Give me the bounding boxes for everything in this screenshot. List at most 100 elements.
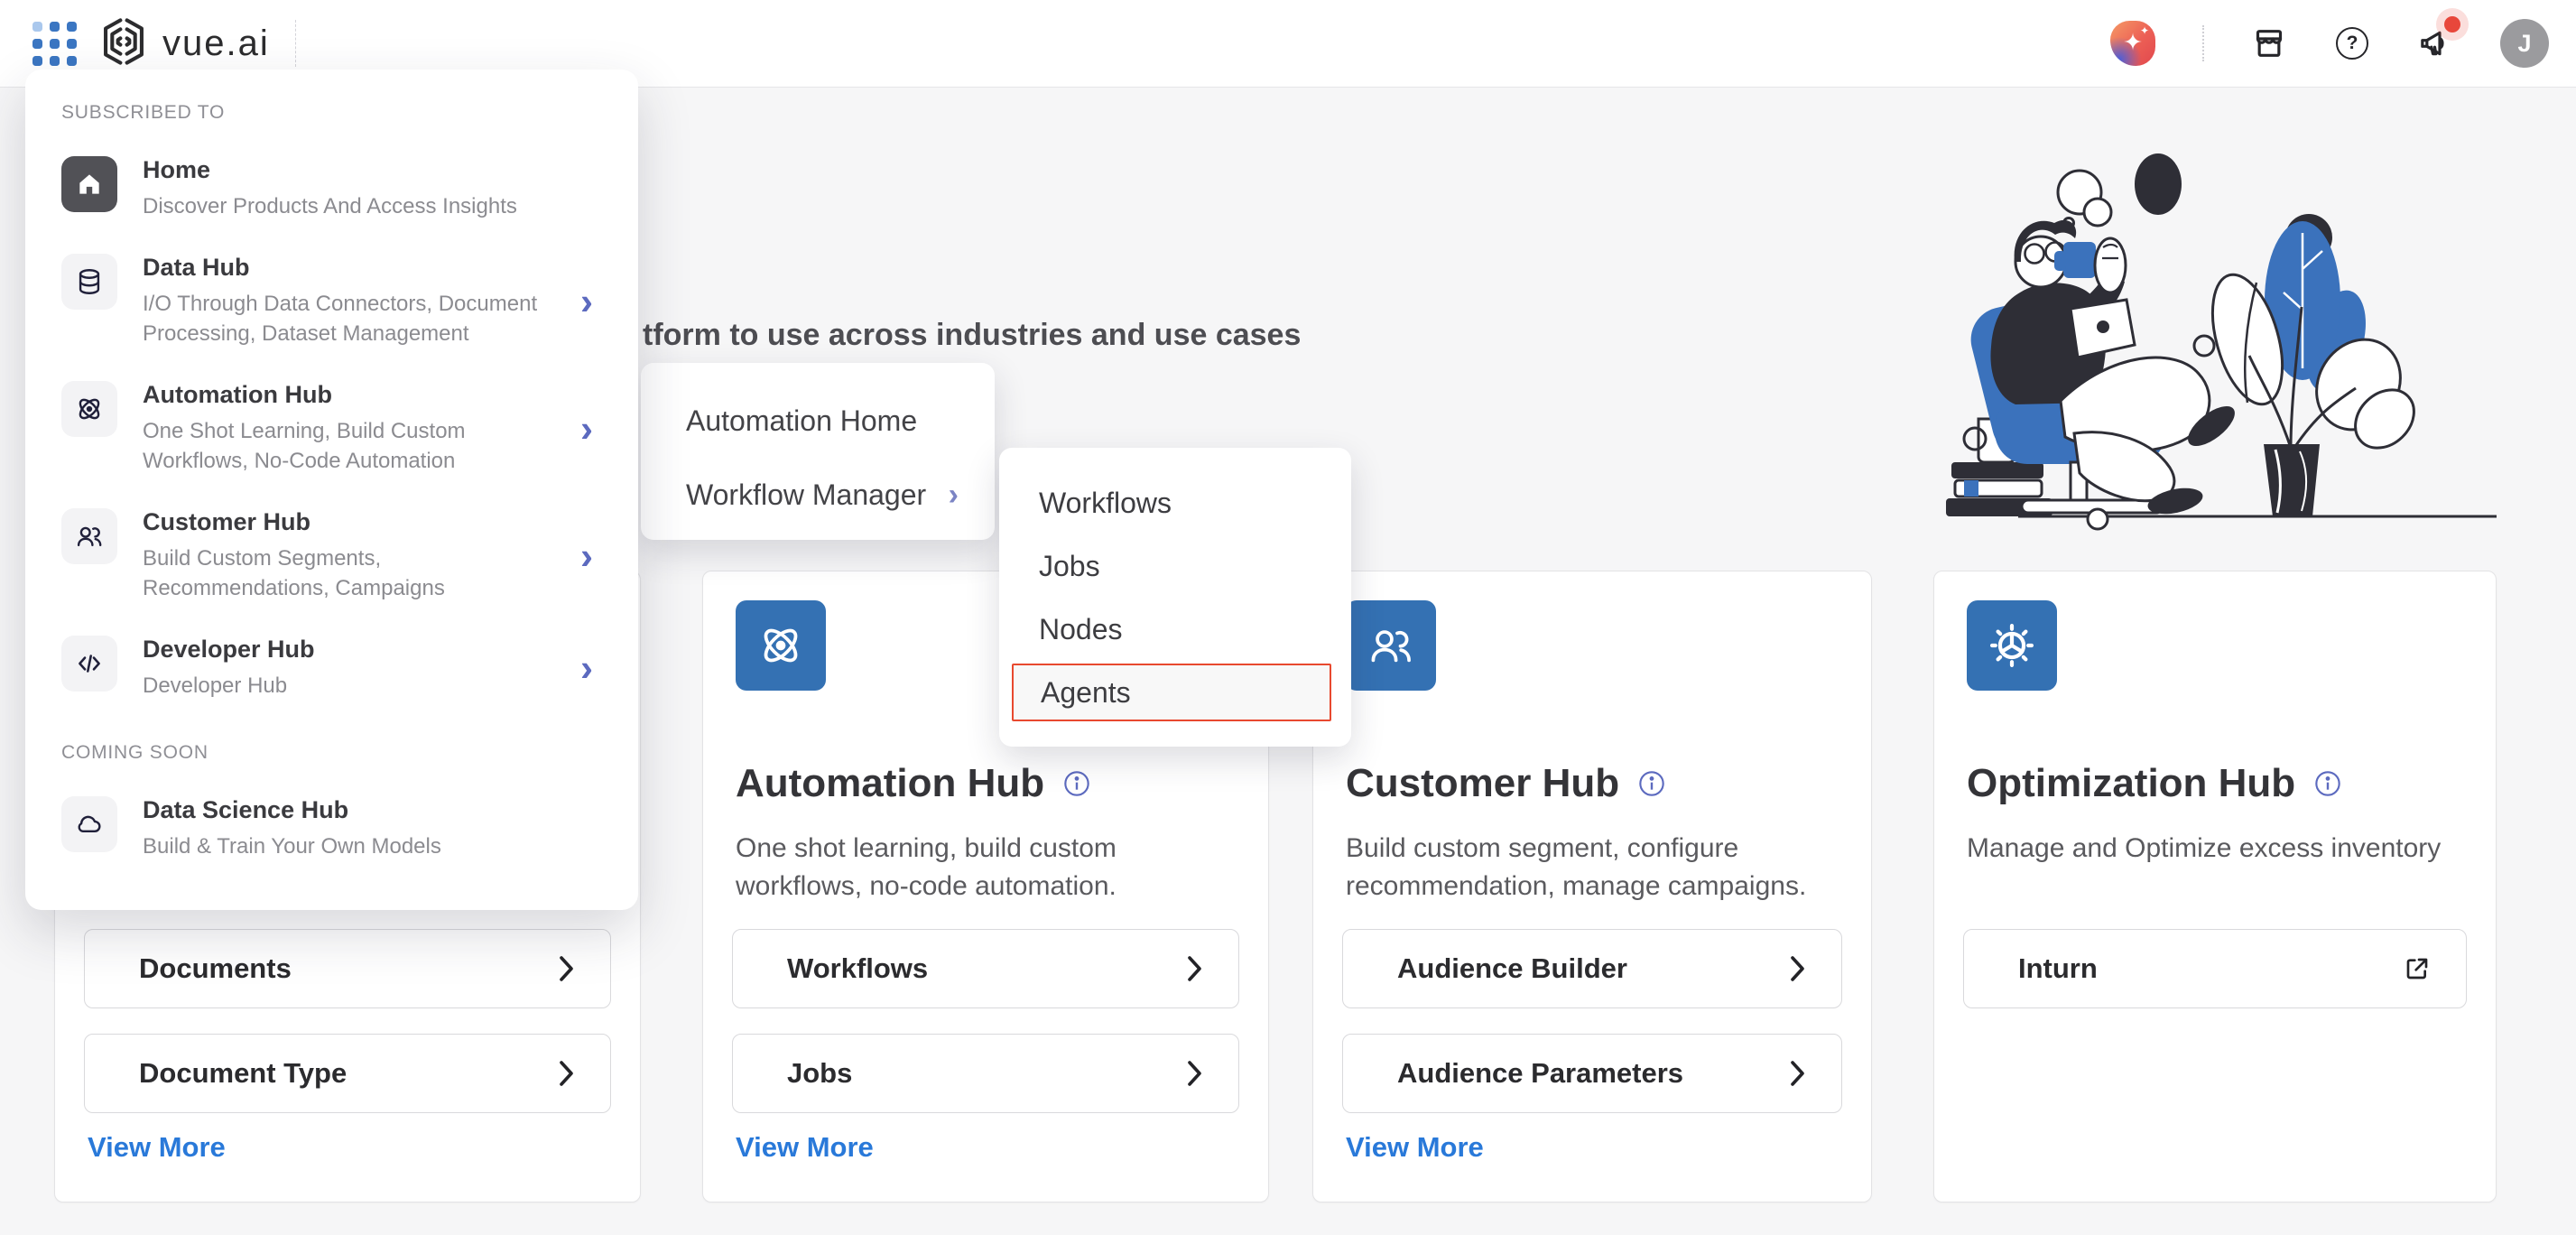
launcher-item-title: Data Science Hub xyxy=(143,796,441,824)
help-icon[interactable]: ? xyxy=(2334,25,2370,61)
app-launcher-icon[interactable] xyxy=(31,20,78,67)
launcher-item-title: Developer Hub xyxy=(143,636,315,664)
launcher-item-data-hub[interactable]: Data Hub I/O Through Data Connectors, Do… xyxy=(61,254,598,348)
launcher-item-developer-hub[interactable]: Developer Hub Developer Hub › xyxy=(61,636,598,701)
button-label: Audience Parameters xyxy=(1343,1057,1683,1090)
menu-item-label: Workflows xyxy=(1039,487,1172,520)
audience-builder-button[interactable]: Audience Builder xyxy=(1342,929,1842,1008)
database-icon xyxy=(61,254,117,310)
logo-text: vue.ai xyxy=(162,23,270,64)
info-icon[interactable] xyxy=(1637,769,1666,798)
launcher-item-data-science-hub[interactable]: Data Science Hub Build & Train Your Own … xyxy=(61,796,598,861)
menu-item-label: Automation Home xyxy=(686,404,917,438)
workflows-button[interactable]: Workflows xyxy=(732,929,1239,1008)
help-glyph: ? xyxy=(2347,32,2358,54)
button-label: Audience Builder xyxy=(1343,952,1627,985)
audience-parameters-button[interactable]: Audience Parameters xyxy=(1342,1034,1842,1113)
button-label: Documents xyxy=(85,952,292,985)
chevron-right-icon xyxy=(1789,1058,1807,1089)
chevron-right-icon: › xyxy=(580,283,593,320)
ai-assistant-icon[interactable]: ✦✦ xyxy=(2110,21,2155,66)
document-type-button[interactable]: Document Type xyxy=(84,1034,611,1113)
menu-item-workflows[interactable]: Workflows xyxy=(999,471,1351,534)
button-label: Document Type xyxy=(85,1057,347,1090)
menu-item-automation-home[interactable]: Automation Home xyxy=(641,390,995,451)
user-avatar[interactable]: J xyxy=(2500,19,2549,68)
topbar-dotted-separator xyxy=(2202,25,2204,61)
launcher-item-subtitle: I/O Through Data Connectors, Document Pr… xyxy=(143,289,567,348)
launcher-item-title: Automation Hub xyxy=(143,381,567,409)
chevron-right-icon xyxy=(1186,953,1204,984)
chevron-right-icon xyxy=(1789,953,1807,984)
menu-item-label: Workflow Manager xyxy=(686,478,926,512)
card-description: Manage and Optimize excess inventory xyxy=(1967,830,2463,868)
avatar-initial: J xyxy=(2517,30,2531,58)
workflow-manager-submenu: Workflows Jobs Nodes Agents xyxy=(999,448,1351,747)
hero-heading-fragment: tform to use across industries and use c… xyxy=(643,318,1301,353)
topbar-separator xyxy=(295,20,296,67)
vue-ai-logo-icon xyxy=(97,15,150,72)
people-icon xyxy=(1346,600,1436,691)
launcher-item-home[interactable]: Home Discover Products And Access Insigh… xyxy=(61,156,598,221)
jobs-button[interactable]: Jobs xyxy=(732,1034,1239,1113)
launcher-item-subtitle: Build & Train Your Own Models xyxy=(143,831,441,861)
menu-item-label: Nodes xyxy=(1039,613,1123,646)
launcher-item-automation-hub[interactable]: Automation Hub One Shot Learning, Build … xyxy=(61,381,598,476)
card-description: One shot learning, build custom workflow… xyxy=(736,830,1236,905)
chevron-right-icon xyxy=(1186,1058,1204,1089)
atom-icon xyxy=(736,600,826,691)
menu-item-label: Agents xyxy=(1041,676,1131,710)
documents-button[interactable]: Documents xyxy=(84,929,611,1008)
chevron-right-icon: › xyxy=(580,537,593,575)
section-label-subscribed: SUBSCRIBED TO xyxy=(61,102,598,124)
chevron-right-icon: › xyxy=(949,478,959,513)
people-icon xyxy=(61,508,117,564)
launcher-item-title: Home xyxy=(143,156,517,184)
announcements-icon[interactable] xyxy=(2417,25,2453,61)
button-label: Inturn xyxy=(1964,952,2098,985)
chevron-right-icon xyxy=(558,953,576,984)
section-label-coming-soon: COMING SOON xyxy=(61,742,598,764)
card-title: Optimization Hub xyxy=(1967,761,2295,806)
view-more-link[interactable]: View More xyxy=(1346,1131,1484,1164)
chevron-right-icon: › xyxy=(580,649,593,687)
card-description: Build custom segment, configure recommen… xyxy=(1346,830,1839,905)
menu-item-label: Jobs xyxy=(1039,550,1100,583)
menu-item-workflow-manager[interactable]: Workflow Manager › xyxy=(641,464,995,525)
launcher-item-title: Customer Hub xyxy=(143,508,567,536)
code-icon xyxy=(61,636,117,692)
view-more-link[interactable]: View More xyxy=(736,1131,874,1164)
gear-icon xyxy=(1967,600,2057,691)
launcher-item-subtitle: Discover Products And Access Insights xyxy=(143,191,517,221)
external-link-icon xyxy=(2403,954,2432,983)
inturn-button[interactable]: Inturn xyxy=(1963,929,2467,1008)
view-more-link[interactable]: View More xyxy=(88,1131,226,1164)
home-icon xyxy=(61,156,117,212)
app-launcher-dropdown: SUBSCRIBED TO Home Discover Products And… xyxy=(25,70,638,910)
vue-ai-logo[interactable]: vue.ai xyxy=(97,15,270,72)
notification-dot xyxy=(2444,16,2460,32)
info-icon[interactable] xyxy=(2313,769,2342,798)
launcher-item-subtitle: One Shot Learning, Build Custom Workflow… xyxy=(143,416,567,476)
marketplace-icon[interactable] xyxy=(2251,25,2287,61)
optimization-hub-card: Optimization Hub Manage and Optimize exc… xyxy=(1933,571,2497,1202)
button-label: Workflows xyxy=(733,952,928,985)
customer-hub-card: Customer Hub Build custom segment, confi… xyxy=(1312,571,1872,1202)
card-title: Automation Hub xyxy=(736,761,1044,806)
menu-item-jobs[interactable]: Jobs xyxy=(999,534,1351,598)
automation-hub-submenu: Automation Home Workflow Manager › xyxy=(641,363,995,540)
launcher-item-subtitle: Developer Hub xyxy=(143,671,315,701)
launcher-item-customer-hub[interactable]: Customer Hub Build Custom Segments, Reco… xyxy=(61,508,598,603)
menu-item-agents[interactable]: Agents xyxy=(1012,664,1331,721)
launcher-item-title: Data Hub xyxy=(143,254,567,282)
cloud-icon xyxy=(61,796,117,852)
menu-item-nodes[interactable]: Nodes xyxy=(999,598,1351,661)
info-icon[interactable] xyxy=(1062,769,1091,798)
button-label: Jobs xyxy=(733,1057,852,1090)
atom-icon xyxy=(61,381,117,437)
chevron-right-icon xyxy=(558,1058,576,1089)
launcher-item-subtitle: Build Custom Segments, Recommendations, … xyxy=(143,543,567,603)
card-title: Customer Hub xyxy=(1346,761,1619,806)
chevron-right-icon: › xyxy=(580,410,593,448)
hero-illustration xyxy=(1912,116,2527,538)
